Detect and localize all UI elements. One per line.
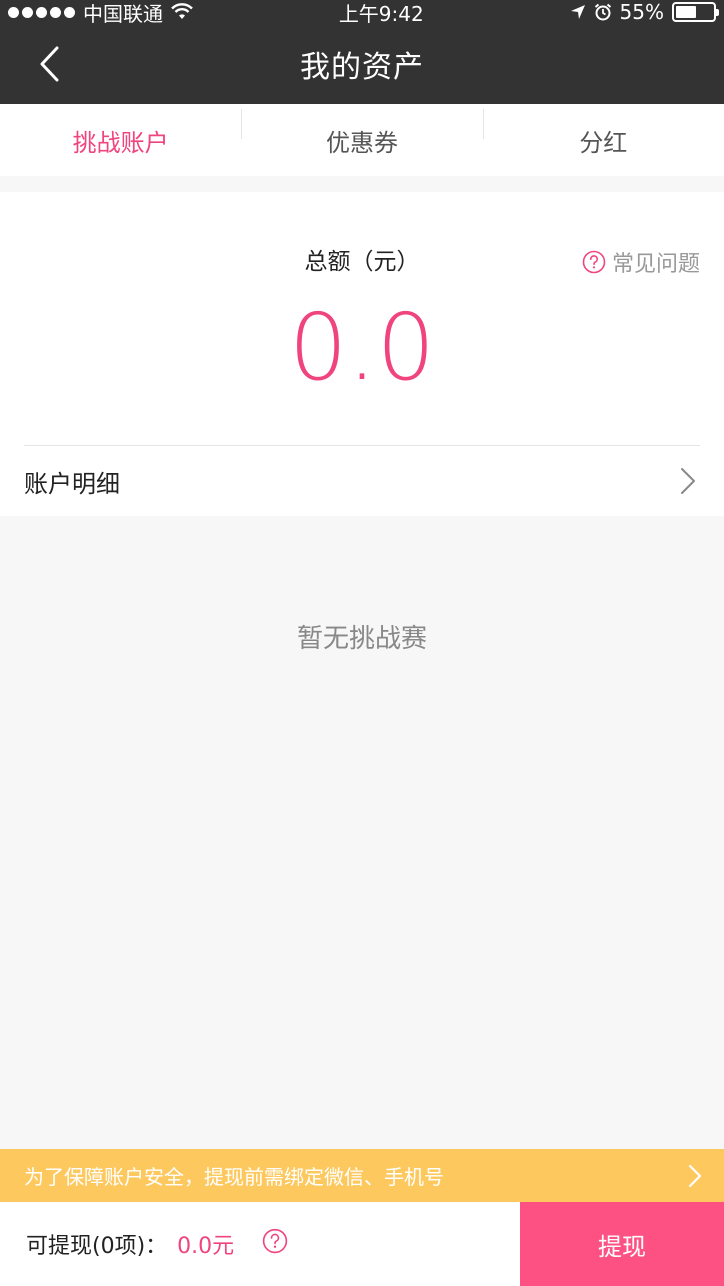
wifi-icon bbox=[171, 3, 193, 19]
back-button[interactable] bbox=[30, 42, 70, 86]
question-circle-icon bbox=[582, 250, 606, 274]
status-bar: 中国联通 上午9:42 55% bbox=[0, 0, 724, 27]
withdraw-button[interactable]: 提现 bbox=[520, 1202, 724, 1286]
withdrawable-value: 0.0元 bbox=[177, 1234, 235, 1259]
account-detail-label: 账户明细 bbox=[24, 469, 120, 498]
withdrawable-info: 可提现(0项)： 0.0元 bbox=[0, 1202, 520, 1286]
carrier-label: 中国联通 bbox=[83, 1, 163, 26]
status-right: 55% bbox=[570, 0, 719, 24]
battery-icon bbox=[672, 2, 719, 22]
tab-dividends[interactable]: 分红 bbox=[482, 108, 724, 158]
security-notice-banner[interactable]: 为了保障账户安全，提现前需绑定微信、手机号 bbox=[0, 1149, 724, 1202]
navigation-bar: 我的资产 bbox=[0, 24, 724, 104]
page-title: 我的资产 bbox=[300, 50, 424, 85]
withdrawable-label: 可提现(0项)： bbox=[26, 1234, 168, 1259]
chevron-left-icon bbox=[40, 46, 59, 82]
security-notice-text: 为了保障账户安全，提现前需绑定微信、手机号 bbox=[24, 1165, 444, 1189]
status-time: 上午9:42 bbox=[338, 1, 424, 26]
alarm-clock-icon bbox=[594, 3, 611, 21]
account-detail-row[interactable]: 账户明细 bbox=[0, 446, 724, 516]
question-circle-icon bbox=[262, 1228, 288, 1254]
faq-label: 常见问题 bbox=[611, 252, 700, 277]
asset-tabs: 挑战账户 优惠券 分红 bbox=[0, 104, 724, 176]
withdraw-bar: 可提现(0项)： 0.0元 提现 bbox=[0, 1202, 724, 1286]
tab-challenge-account[interactable]: 挑战账户 bbox=[0, 123, 241, 158]
battery-percentage: 55% bbox=[619, 0, 664, 24]
empty-state-message: 暂无挑战赛 bbox=[296, 624, 427, 654]
balance-card: 总额（元） 常见问题 0.0 账户明细 bbox=[0, 192, 724, 516]
location-arrow-icon bbox=[570, 5, 585, 19]
chevron-right-icon bbox=[688, 1164, 702, 1187]
chevron-right-icon bbox=[681, 468, 695, 494]
tab-coupons[interactable]: 优惠券 bbox=[241, 108, 482, 158]
faq-link[interactable]: 常见问题 bbox=[582, 246, 700, 278]
signal-strength-icon bbox=[8, 6, 75, 18]
battery-fill bbox=[676, 6, 696, 18]
total-amount-value: 0.0 bbox=[288, 294, 436, 401]
status-left: 中国联通 bbox=[8, 0, 193, 27]
withdraw-help-button[interactable] bbox=[262, 1228, 288, 1260]
